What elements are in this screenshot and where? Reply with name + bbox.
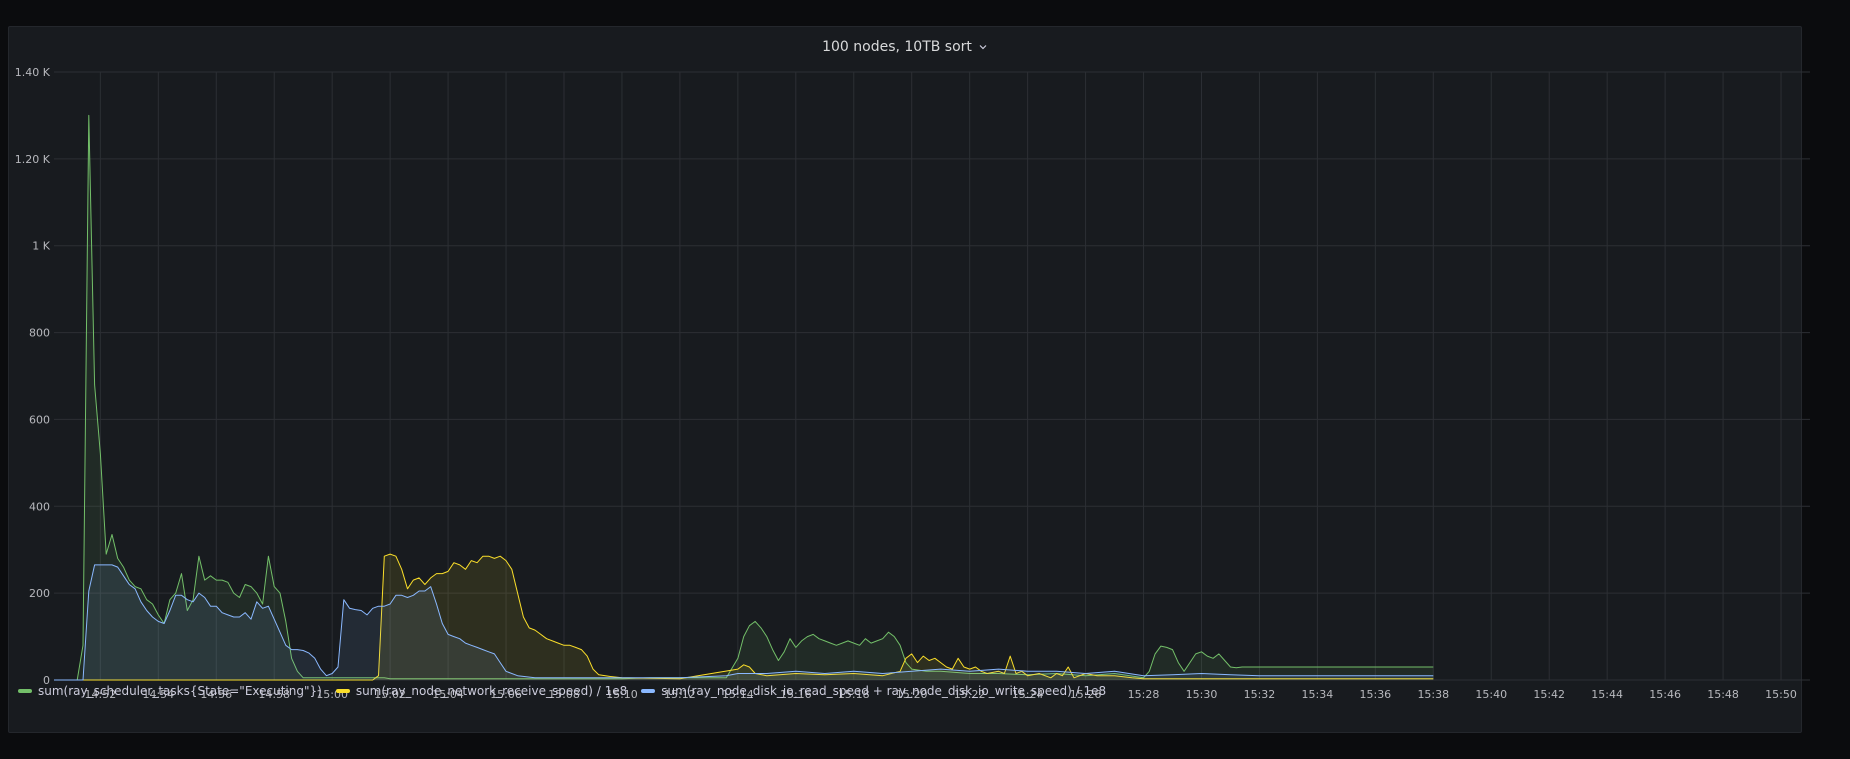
- x-tick-label: 15:42: [1533, 688, 1565, 701]
- x-tick-label: 15:32: [1244, 688, 1276, 701]
- x-tick-label: 15:38: [1417, 688, 1449, 701]
- legend-swatch: [18, 689, 32, 693]
- x-tick-label: 15:34: [1302, 688, 1334, 701]
- x-tick-label: 15:40: [1475, 688, 1507, 701]
- legend-swatch: [641, 689, 656, 693]
- legend-swatch: [335, 689, 350, 693]
- y-tick-label: 800: [29, 327, 50, 340]
- chart-legend: sum(ray_scheduler_tasks{State="Executing…: [18, 684, 1106, 698]
- series-line-1: [54, 114, 1434, 681]
- legend-item-1[interactable]: sum(ray_scheduler_tasks{State="Executing…: [18, 684, 322, 698]
- legend-item-3[interactable]: sum(ray_node_disk_io_read_speed + ray_no…: [641, 684, 1106, 698]
- x-tick-label: 15:50: [1765, 688, 1797, 701]
- x-tick-label: 15:30: [1186, 688, 1218, 701]
- y-tick-label: 400: [29, 500, 50, 513]
- x-tick-label: 15:46: [1649, 688, 1681, 701]
- x-tick-label: 15:44: [1591, 688, 1623, 701]
- y-tick-label: 200: [29, 587, 50, 600]
- y-tick-label: 600: [29, 413, 50, 426]
- x-tick-label: 15:28: [1128, 688, 1160, 701]
- legend-label: sum(ray_scheduler_tasks{State="Executing…: [38, 684, 322, 698]
- y-tick-label: 1.20 K: [15, 153, 51, 166]
- chart-plot-area[interactable]: 02004006008001 K1.20 K1.40 K14:52 14:54 14…: [0, 0, 1850, 759]
- y-tick-label: 1.40 K: [15, 66, 51, 79]
- legend-label: sum(ray_node_network_receive_speed) / 1e…: [355, 684, 628, 698]
- x-tick-label: 15:36: [1359, 688, 1391, 701]
- x-tick-label: 15:48: [1707, 688, 1739, 701]
- series-area-1: [54, 115, 1434, 680]
- legend-label: sum(ray_node_disk_io_read_speed + ray_no…: [661, 684, 1107, 698]
- y-tick-label: 1 K: [32, 240, 50, 253]
- legend-item-2[interactable]: sum(ray_node_network_receive_speed) / 1e…: [335, 684, 628, 698]
